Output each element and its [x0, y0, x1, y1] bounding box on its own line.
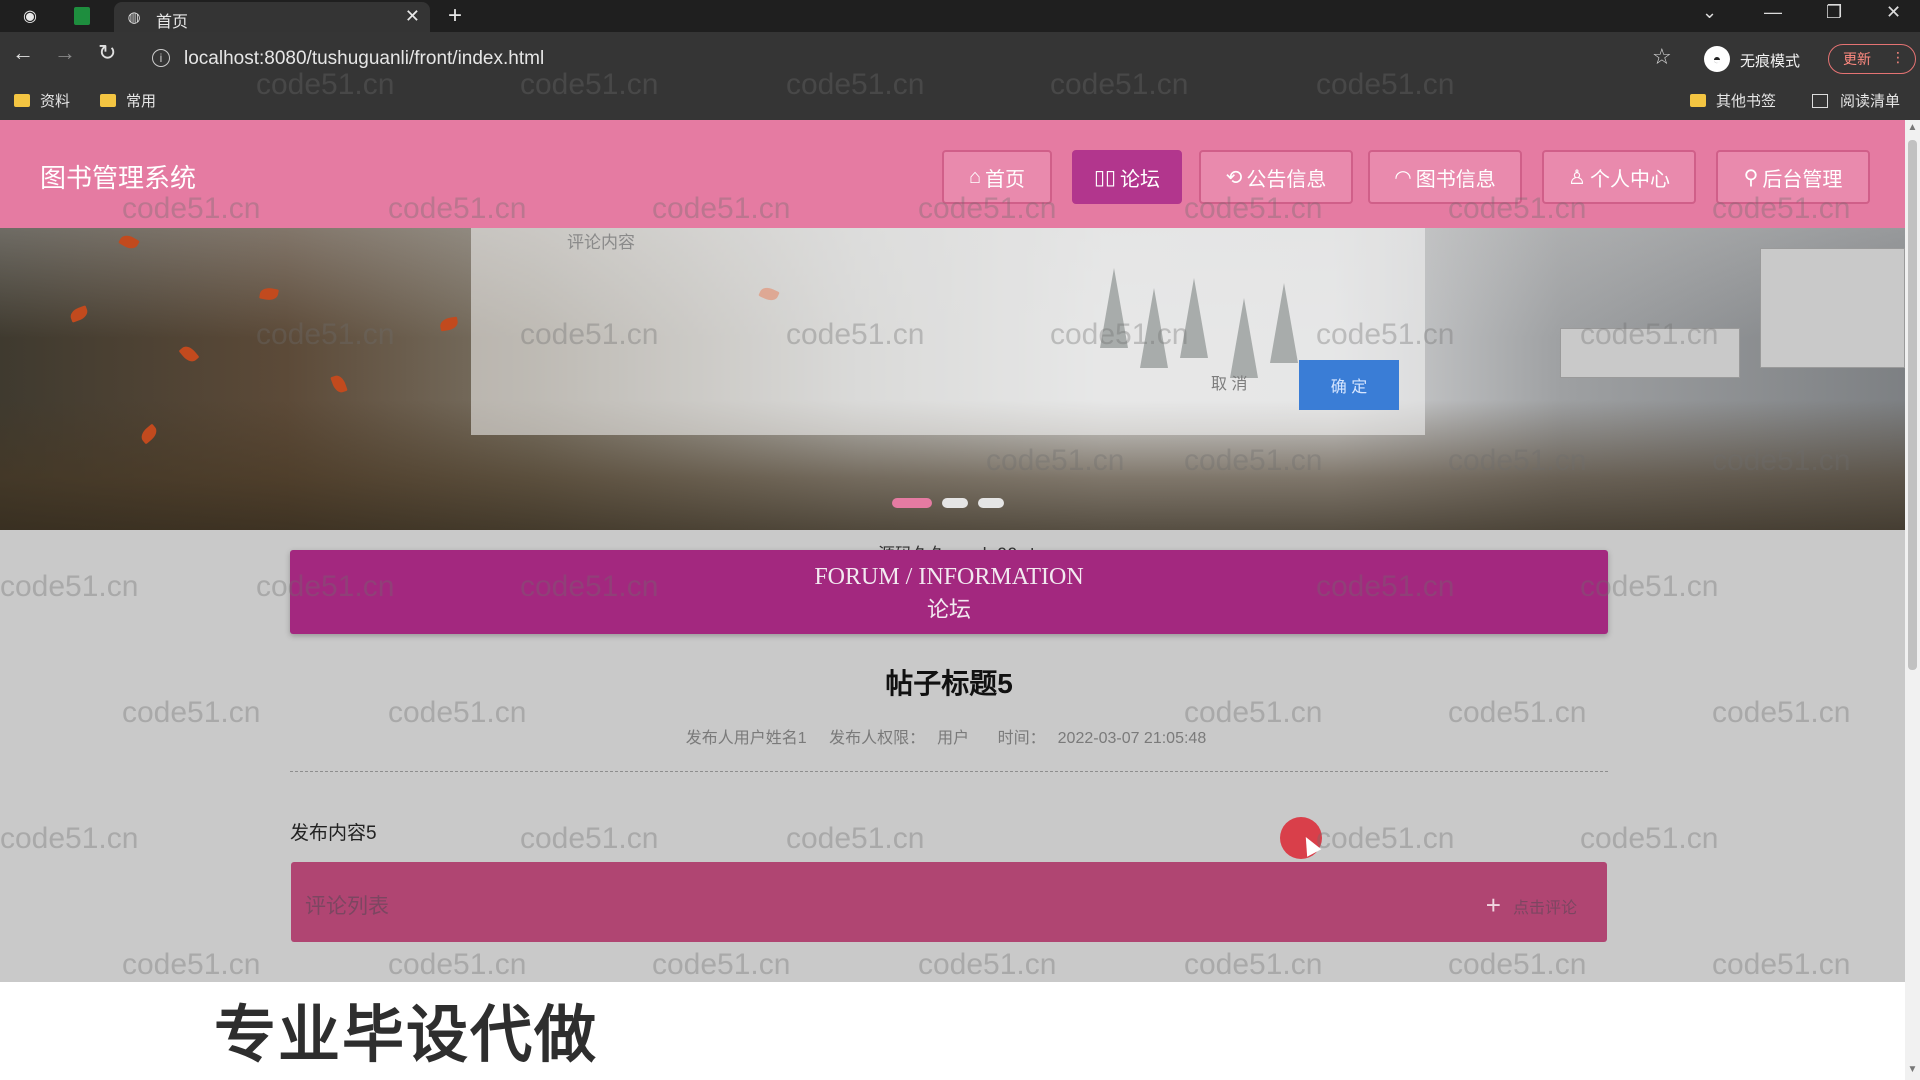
leaf-decoration — [330, 373, 348, 395]
post-time: 2022-03-07 21:05:48 — [1057, 730, 1207, 747]
nav-profile[interactable]: ♙ 个人中心 — [1542, 150, 1696, 204]
cancel-button[interactable]: 取 消 — [1211, 370, 1247, 394]
tab-close-icon[interactable]: ✕ — [405, 6, 420, 27]
forward-icon[interactable]: → — [54, 40, 76, 66]
tab-title: 首页 — [156, 14, 189, 31]
nav-admin[interactable]: ⚲ 后台管理 — [1716, 150, 1870, 204]
update-button[interactable]: 更新 ⋮ — [1828, 44, 1916, 74]
carousel-dot-2[interactable] — [942, 498, 968, 508]
restore-icon[interactable]: ❐ — [1826, 2, 1842, 23]
forum-icon: ▯▯ — [1093, 166, 1116, 189]
spreadsheet-tab-icon[interactable] — [70, 4, 94, 28]
incognito-icon[interactable]: ◓ — [1704, 46, 1730, 72]
scroll-up-icon[interactable]: ▲ — [1905, 122, 1920, 133]
confirm-button[interactable]: 确 定 — [1299, 360, 1399, 410]
forum-heading-bar: FORUM / INFORMATION 论坛 — [290, 550, 1608, 634]
post-title: 帖子标题5 — [885, 668, 1013, 699]
plus-icon: + — [1485, 890, 1501, 920]
other-bookmarks[interactable]: 其他书签 — [1690, 90, 1776, 111]
new-tab-icon[interactable]: + — [448, 2, 462, 30]
nav-announcements[interactable]: ⟲ 公告信息 — [1199, 150, 1353, 204]
comment-dialog: 评论内容 取 消 确 定 — [471, 228, 1425, 435]
carousel-dot-3[interactable] — [978, 498, 1004, 508]
building-decoration — [1760, 248, 1905, 368]
folder-icon — [14, 94, 30, 107]
reload-icon[interactable]: ↻ — [98, 40, 116, 66]
promo-watermark: 专业毕设代做 — [214, 1001, 599, 1070]
post-role-group: 发布人权限： 用户 — [823, 730, 975, 747]
site-title: 图书管理系统 — [40, 163, 197, 193]
post-time-group: 时间： 2022-03-07 21:05:48 — [992, 730, 1213, 747]
site-header: 图书管理系统 ⌂ 首页 ▯▯ 论坛 ⟲ 公告信息 ◠ 图书信息 ♙ 个人中心 ⚲ 后台管理 — [0, 120, 1905, 228]
carousel-dot-1[interactable] — [892, 498, 932, 508]
comment-content-label: 评论内容 — [567, 233, 635, 252]
book-icon: ◠ — [1394, 166, 1412, 189]
page-scrollbar[interactable]: ▲ ▼ — [1905, 120, 1920, 1080]
reading-list-icon — [1812, 93, 1828, 108]
bookmark-folder-1[interactable]: 资料 — [14, 90, 70, 111]
tab-search-icon[interactable]: ⌄ — [1702, 2, 1717, 23]
post-time-label: 时间： — [997, 730, 1046, 747]
update-label: 更新 — [1843, 51, 1871, 67]
home-icon: ⌂ — [968, 165, 982, 188]
active-tab[interactable]: ◍ 首页 ✕ — [114, 2, 430, 32]
bookmark-star-icon[interactable]: ☆ — [1652, 44, 1672, 70]
back-icon[interactable]: ← — [12, 40, 34, 66]
post-author: 发布人用户姓名1 — [685, 730, 807, 747]
more-menu-icon[interactable]: ⋮ — [1891, 49, 1905, 66]
building-decoration — [1560, 328, 1740, 378]
post-content: 发布内容5 — [290, 823, 377, 844]
minimize-icon[interactable]: — — [1764, 2, 1782, 23]
link-icon: ⚲ — [1743, 166, 1759, 189]
folder-icon — [1690, 94, 1706, 107]
comment-list-bar: 评论列表 + 点击评论 — [291, 862, 1607, 942]
scroll-thumb[interactable] — [1908, 140, 1917, 670]
post-role-label: 发布人权限： — [829, 730, 926, 747]
banner-carousel: 评论内容 取 消 确 定 — [0, 228, 1905, 530]
carousel-indicators — [892, 498, 1004, 508]
reading-list[interactable]: 阅读清单 — [1812, 90, 1900, 111]
folder-icon — [100, 94, 116, 107]
site-info-icon[interactable]: i — [152, 49, 170, 67]
nav-books[interactable]: ◠ 图书信息 — [1368, 150, 1522, 204]
bookmark-folder-2[interactable]: 常用 — [100, 90, 156, 111]
divider — [290, 771, 1608, 772]
address-bar[interactable]: localhost:8080/tushuguanli/front/index.h… — [184, 48, 544, 70]
post-meta: 发布人用户姓名1 发布人权限： 用户 时间： 2022-03-07 21:05:48 — [0, 724, 1898, 748]
browser-toolbar: ← → ↻ i localhost:8080/tushuguanli/front… — [0, 32, 1920, 120]
browser-logo-icon[interactable]: ◉ — [18, 4, 42, 28]
announcement-icon: ⟲ — [1225, 166, 1243, 189]
forum-heading-zh: 论坛 — [926, 597, 971, 622]
globe-icon: ◍ — [127, 9, 141, 26]
incognito-label[interactable]: 无痕模式 — [1740, 50, 1800, 71]
forum-heading-en: FORUM / INFORMATION — [814, 564, 1084, 590]
browser-tab-bar: ◉ ◍ 首页 ✕ + ⌄ — ❐ ✕ — [0, 0, 1920, 32]
add-comment-button[interactable]: + 点击评论 — [1486, 890, 1577, 921]
user-icon: ♙ — [1568, 166, 1586, 189]
leaf-decoration — [178, 343, 200, 365]
nav-home[interactable]: ⌂ 首页 — [942, 150, 1052, 204]
add-comment-label: 点击评论 — [1512, 899, 1577, 917]
post-role: 用户 — [937, 730, 970, 747]
comment-list-title: 评论列表 — [305, 895, 389, 918]
window-close-icon[interactable]: ✕ — [1886, 2, 1901, 23]
scroll-down-icon[interactable]: ▼ — [1905, 1064, 1920, 1075]
nav-forum[interactable]: ▯▯ 论坛 — [1072, 150, 1182, 204]
